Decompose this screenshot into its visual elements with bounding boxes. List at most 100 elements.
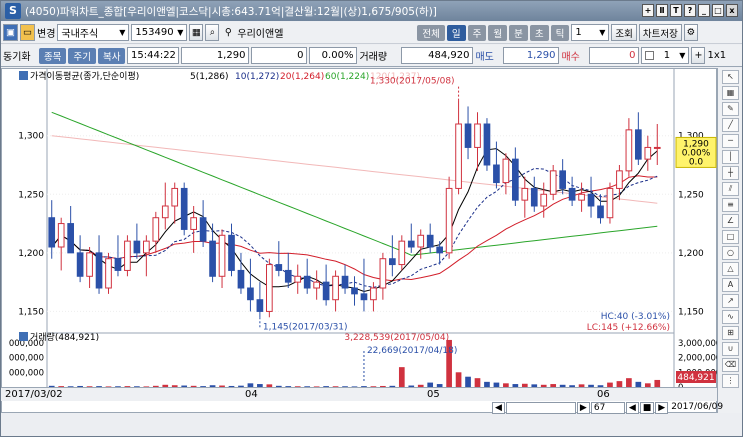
bid-label: 매수 bbox=[561, 52, 580, 63]
angle-icon[interactable]: ∠ bbox=[722, 214, 739, 228]
folder-icon[interactable]: ▭ bbox=[20, 24, 35, 41]
rect-icon[interactable]: □ bbox=[722, 230, 739, 244]
cross-line-icon[interactable]: ┼ bbox=[722, 166, 739, 180]
ruler-icon[interactable]: ⊞ bbox=[722, 326, 739, 340]
change-label[interactable]: 변경 bbox=[37, 25, 55, 40]
view-minute-button[interactable]: 분 bbox=[509, 24, 528, 41]
pen-tool-icon[interactable]: ✎ bbox=[722, 102, 739, 116]
candle-body bbox=[445, 187, 453, 254]
candle-body bbox=[644, 146, 652, 160]
scroll-left-icon[interactable]: ◀ bbox=[492, 402, 505, 414]
candle-body bbox=[256, 299, 264, 312]
count-value: 1 bbox=[663, 50, 671, 61]
close-button[interactable]: x bbox=[726, 4, 738, 17]
price-value: 1,290 bbox=[181, 47, 250, 64]
candle-body bbox=[512, 158, 519, 201]
font-button[interactable]: T bbox=[670, 4, 682, 17]
trend-line-icon[interactable]: ╱ bbox=[722, 118, 739, 132]
minimize-button[interactable]: _ bbox=[698, 4, 710, 17]
view-day-button[interactable]: 일 bbox=[446, 24, 466, 41]
scroll-right-icon[interactable]: ▶ bbox=[576, 402, 590, 414]
candle-body bbox=[606, 187, 614, 219]
zoom-tool-icon[interactable]: ▦ bbox=[722, 86, 739, 100]
candle-body bbox=[114, 258, 122, 271]
magnet-icon[interactable]: ∪ bbox=[722, 342, 739, 356]
volume-bar bbox=[474, 378, 481, 387]
price-tick-right: 1,200 bbox=[678, 249, 704, 259]
stock-info-icon[interactable]: ⚲ bbox=[221, 24, 235, 41]
tab-copy[interactable]: 복사 bbox=[97, 47, 126, 64]
triangle-icon[interactable]: △ bbox=[722, 262, 739, 276]
candle-body bbox=[228, 234, 235, 271]
ratio-label[interactable]: 1x1 bbox=[707, 50, 726, 61]
price-tick-right: 1,150 bbox=[678, 307, 704, 317]
volume-bar bbox=[626, 378, 632, 387]
horizontal-line-icon[interactable]: ─ bbox=[722, 134, 739, 148]
grid-icon[interactable]: ▦ bbox=[189, 24, 204, 41]
price-tick-left: 1,250 bbox=[18, 190, 44, 200]
view-tick-button[interactable]: 틱 bbox=[550, 24, 570, 41]
candle-body bbox=[133, 240, 141, 254]
candle-body bbox=[105, 258, 112, 289]
settings-icon[interactable]: ⚙ bbox=[683, 24, 698, 41]
stock-code-input[interactable]: 153490 ▼ bbox=[131, 24, 188, 41]
candle-body bbox=[57, 223, 65, 248]
next-icon[interactable]: ▶ bbox=[655, 402, 669, 414]
candle-body bbox=[389, 258, 396, 266]
maximize-button[interactable]: □ bbox=[712, 4, 724, 17]
candle-body bbox=[398, 240, 406, 266]
more-tools-icon[interactable]: ⋮ bbox=[722, 374, 739, 388]
tab-period[interactable]: 주기 bbox=[68, 47, 96, 64]
query-button[interactable]: 조회 bbox=[611, 24, 637, 41]
cursor-tool-icon[interactable]: ↖ bbox=[722, 70, 739, 84]
candle-body bbox=[521, 187, 529, 201]
date-april: 04 bbox=[245, 389, 258, 400]
candle-body bbox=[67, 223, 74, 254]
market-select[interactable]: 국내주식 ▼ bbox=[57, 24, 130, 41]
search-icon[interactable]: ⌕ bbox=[205, 24, 220, 41]
candle-body bbox=[313, 281, 320, 289]
add-window-button[interactable]: + bbox=[642, 4, 654, 17]
channel-icon[interactable]: ⫽ bbox=[722, 182, 739, 196]
vertical-line-icon[interactable]: │ bbox=[722, 150, 739, 164]
volume-tick-left: 000,000 bbox=[9, 354, 44, 364]
volume-legend-title: 거래량(484,921) bbox=[30, 331, 99, 343]
fibonacci-icon[interactable]: ≡ bbox=[722, 198, 739, 212]
candle-body bbox=[417, 234, 425, 248]
time-value: 15:44:22 bbox=[127, 47, 180, 64]
text-icon[interactable]: A bbox=[722, 278, 739, 292]
stop-icon[interactable]: ■ bbox=[639, 402, 655, 414]
split-button[interactable]: Ⅱ bbox=[656, 4, 668, 17]
wave-icon[interactable]: ∿ bbox=[722, 310, 739, 324]
scroll-track[interactable] bbox=[505, 402, 576, 414]
prev-icon[interactable]: ◀ bbox=[625, 402, 639, 414]
chart-area[interactable]: 1,300 1,300 1,250 1,250 1,200 1,200 1,150 1,150… bbox=[1, 68, 721, 414]
candle-body bbox=[332, 275, 339, 301]
view-second-button[interactable]: 초 bbox=[529, 24, 549, 41]
last-change-label: 0.0 bbox=[689, 157, 704, 167]
arrow-icon[interactable]: ↗ bbox=[722, 294, 739, 308]
ma60-line bbox=[51, 111, 658, 256]
zoom-input[interactable]: 67 bbox=[590, 402, 625, 414]
candle-body bbox=[351, 287, 358, 295]
candle-body bbox=[95, 252, 103, 289]
layout-icon[interactable]: ▣ bbox=[3, 24, 18, 41]
volume-bar bbox=[465, 376, 471, 387]
candle-body bbox=[379, 258, 387, 289]
count-select[interactable]: 1 ▼ bbox=[641, 47, 690, 64]
candle-body bbox=[559, 170, 566, 189]
save-chart-button[interactable]: 차트저장 bbox=[638, 24, 682, 41]
add-icon[interactable]: + bbox=[691, 47, 706, 64]
help-button[interactable]: ? bbox=[684, 4, 696, 17]
circle-icon[interactable]: ○ bbox=[722, 246, 739, 260]
tab-stock[interactable]: 종목 bbox=[39, 47, 67, 64]
candle-body bbox=[48, 217, 56, 248]
sync-label: 동기화 bbox=[3, 52, 31, 63]
view-month-button[interactable]: 월 bbox=[488, 24, 508, 41]
chart-svg[interactable]: 1,300 1,3001,250 1,2501,200 1,2001,150 1,150… bbox=[2, 69, 721, 414]
ma20-legend: 20(1,264) bbox=[280, 72, 324, 82]
view-all-button[interactable]: 전체 bbox=[417, 24, 445, 41]
view-week-button[interactable]: 주 bbox=[467, 24, 487, 41]
delete-icon[interactable]: ⌫ bbox=[722, 358, 739, 372]
period-select[interactable]: 1 ▼ bbox=[571, 24, 610, 41]
